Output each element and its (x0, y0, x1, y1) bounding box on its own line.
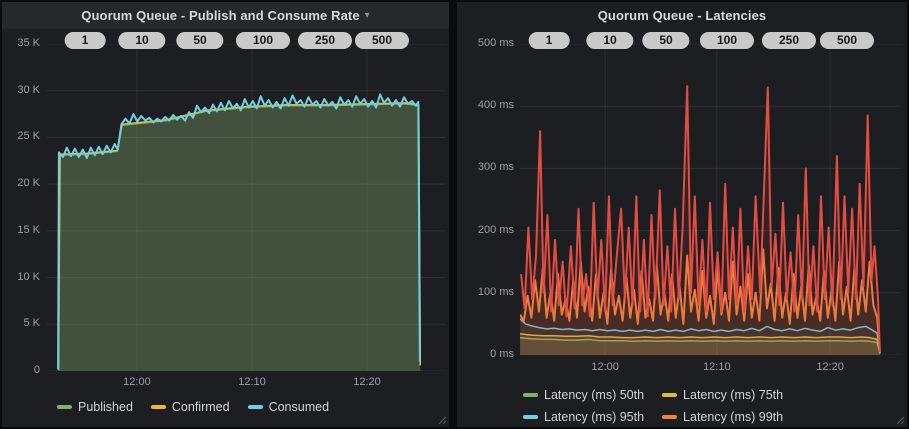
annotation-pill-100[interactable]: 100 (700, 32, 754, 49)
y-tick-label: 0 ms (490, 348, 514, 360)
y-tick-label: 400 ms (478, 99, 514, 111)
legend-series-label: Latency (ms) 99th (683, 410, 783, 424)
legend-item-latency-ms-75th[interactable]: Latency (ms) 75th (662, 386, 783, 404)
annotation-pill-10[interactable]: 10 (118, 32, 165, 49)
series-fill-consumed (58, 95, 420, 372)
x-tick-label: 12:20 (353, 376, 381, 388)
legend-series-color-icon (523, 415, 538, 419)
annotation-pill-1[interactable]: 1 (529, 32, 570, 49)
dashboard: Quorum Queue - Publish and Consume Rate … (0, 0, 909, 429)
legend-series-label: Latency (ms) 50th (544, 388, 644, 402)
panel-latencies: Quorum Queue - Latencies 0 ms 100 ms 200 m… (457, 2, 907, 427)
legend-series-color-icon (662, 415, 677, 419)
x-axis-labels: 12:00 12:10 12:20 (520, 361, 900, 375)
chevron-down-icon[interactable]: ▾ (365, 11, 370, 21)
panel-header[interactable]: Quorum Queue - Latencies (457, 2, 907, 29)
series-fill-latency-ms-99-9th (521, 86, 880, 355)
panel-title[interactable]: Quorum Queue - Latencies (598, 8, 767, 23)
legend-series-color-icon (523, 393, 538, 397)
annotation-pill-500[interactable]: 500 (820, 32, 874, 49)
legend-series-color-icon (57, 405, 72, 409)
legend-series-color-icon (151, 405, 166, 409)
panel-resize-handle[interactable] (438, 416, 447, 425)
legend-series-label: Consumed (269, 400, 329, 414)
annotation-markers: 1 10 50 100 250500 (2, 32, 449, 49)
panel-resize-handle[interactable] (896, 416, 905, 425)
chart-plot-area[interactable] (520, 44, 900, 355)
legend-item-latency-ms-95th[interactable]: Latency (ms) 95th (523, 408, 644, 426)
x-axis-labels: 12:00 12:10 12:20 (47, 376, 445, 390)
annotation-markers: 1 10 50 100 250500 (457, 32, 907, 49)
y-tick-label: 15 K (17, 224, 40, 236)
y-tick-label: 25 K (17, 130, 40, 142)
annotation-pill-50[interactable]: 50 (642, 32, 689, 49)
x-tick-label: 12:00 (591, 361, 619, 373)
y-tick-label: 100 ms (478, 286, 514, 298)
legend-series-label: Latency (ms) 95th (544, 410, 644, 424)
legend-series-label: Confirmed (172, 400, 230, 414)
chart-legend: Latency (ms) 50th Latency (ms) 75th Latenc… (523, 386, 898, 429)
chart-legend: Published Confirmed Consumed (57, 398, 442, 416)
x-tick-label: 12:20 (816, 361, 844, 373)
legend-item-latency-ms-50th[interactable]: Latency (ms) 50th (523, 386, 644, 404)
legend-item-confirmed[interactable]: Confirmed (151, 398, 230, 416)
y-tick-label: 0 (34, 364, 40, 376)
y-tick-label: 30 K (17, 84, 40, 96)
legend-item-published[interactable]: Published (57, 398, 133, 416)
annotation-pill-10[interactable]: 10 (586, 32, 633, 49)
legend-series-label: Published (78, 400, 133, 414)
x-tick-label: 12:00 (123, 376, 151, 388)
y-axis-labels: 05 K10 K15 K20 K25 K30 K35 K (2, 2, 40, 427)
annotation-pill-50[interactable]: 50 (176, 32, 223, 49)
x-tick-label: 12:10 (703, 361, 731, 373)
annotation-pill-250[interactable]: 250 (298, 32, 352, 49)
y-axis-labels: 0 ms100 ms200 ms300 ms400 ms500 ms (457, 2, 514, 427)
legend-series-color-icon (248, 405, 263, 409)
y-tick-label: 200 ms (478, 224, 514, 236)
y-tick-label: 5 K (23, 317, 40, 329)
panel-title[interactable]: Quorum Queue - Publish and Consume Rate (81, 8, 359, 23)
annotation-pill-500[interactable]: 500 (355, 32, 409, 49)
annotation-pill-250[interactable]: 250 (762, 32, 816, 49)
legend-item-latency-ms-99th[interactable]: Latency (ms) 99th (662, 408, 783, 426)
y-tick-label: 10 K (17, 271, 40, 283)
legend-series-color-icon (662, 393, 677, 397)
annotation-pill-1[interactable]: 1 (65, 32, 106, 49)
panel-publish-consume-rate: Quorum Queue - Publish and Consume Rate … (2, 2, 449, 427)
legend-item-consumed[interactable]: Consumed (248, 398, 329, 416)
panel-header[interactable]: Quorum Queue - Publish and Consume Rate … (2, 2, 449, 29)
y-tick-label: 20 K (17, 177, 40, 189)
legend-series-label: Latency (ms) 75th (683, 388, 783, 402)
x-tick-label: 12:10 (238, 376, 266, 388)
y-tick-label: 300 ms (478, 161, 514, 173)
chart-plot-area[interactable] (47, 44, 445, 371)
annotation-pill-100[interactable]: 100 (236, 32, 290, 49)
